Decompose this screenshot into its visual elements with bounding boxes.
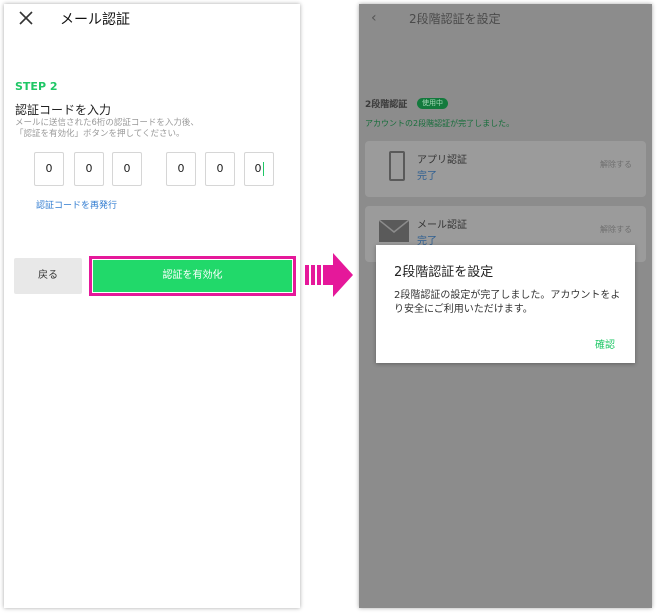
comparison-stage: メール認証 STEP 2 認証コードを入力 メールに送信された6桁の認証コードを… (0, 0, 658, 613)
code-digit-6-value: 0 (254, 162, 262, 175)
page-title: 2段階認証を設定 (409, 12, 501, 26)
step-label: STEP 2 (15, 80, 58, 93)
code-digit-4[interactable]: 0 (166, 152, 196, 186)
code-digit-1[interactable]: 0 (34, 152, 64, 186)
enable-verification-button[interactable]: 認証を有効化 (93, 260, 292, 292)
status-badge: 使用中 (417, 98, 448, 109)
confirm-button[interactable]: 確認 (595, 336, 615, 351)
section-title: 2段階認証 (365, 100, 408, 110)
app-auth-card[interactable]: アプリ認証 完了 解除する (365, 141, 646, 197)
completion-dialog: 2段階認証を設定 2段階認証の設定が完了しました。アカウントをより安全にご利用い… (376, 245, 635, 363)
arrow-right-icon (305, 253, 353, 297)
dialog-title: 2段階認証を設定 (394, 265, 494, 280)
code-digit-5[interactable]: 0 (205, 152, 235, 186)
screen-header: メール認証 (4, 4, 300, 34)
code-digit-2[interactable]: 0 (74, 152, 104, 186)
mail-icon (379, 220, 409, 242)
status-text: アカウントの2段階認証が完了しました。 (365, 119, 515, 128)
instructions-text: メールに送信された6桁の認証コードを入力後、 「認証を有効化」ボタンを押してくだ… (15, 118, 199, 139)
page-title: メール認証 (60, 12, 130, 28)
code-digit-6[interactable]: 0 (244, 152, 274, 186)
resend-code-link[interactable]: 認証コードを再発行 (36, 198, 117, 211)
code-digit-3[interactable]: 0 (112, 152, 142, 186)
card-title: メール認証 (417, 220, 467, 231)
remove-app-auth-button[interactable]: 解除する (600, 159, 632, 170)
dialog-message: 2段階認証の設定が完了しました。アカウントをより安全にご利用いただけます。 (394, 290, 621, 315)
close-icon[interactable] (18, 10, 34, 26)
email-verification-screen: メール認証 STEP 2 認証コードを入力 メールに送信された6桁の認証コードを… (4, 4, 300, 608)
text-caret (262, 162, 264, 176)
card-status: 完了 (417, 171, 437, 182)
card-title: アプリ認証 (417, 155, 467, 166)
back-button[interactable]: 戻る (14, 258, 82, 294)
section-heading: 認証コードを入力 (15, 103, 112, 117)
smartphone-icon (389, 151, 405, 181)
back-chevron-icon[interactable]: ‹ (371, 10, 377, 26)
remove-mail-auth-button[interactable]: 解除する (600, 224, 632, 235)
